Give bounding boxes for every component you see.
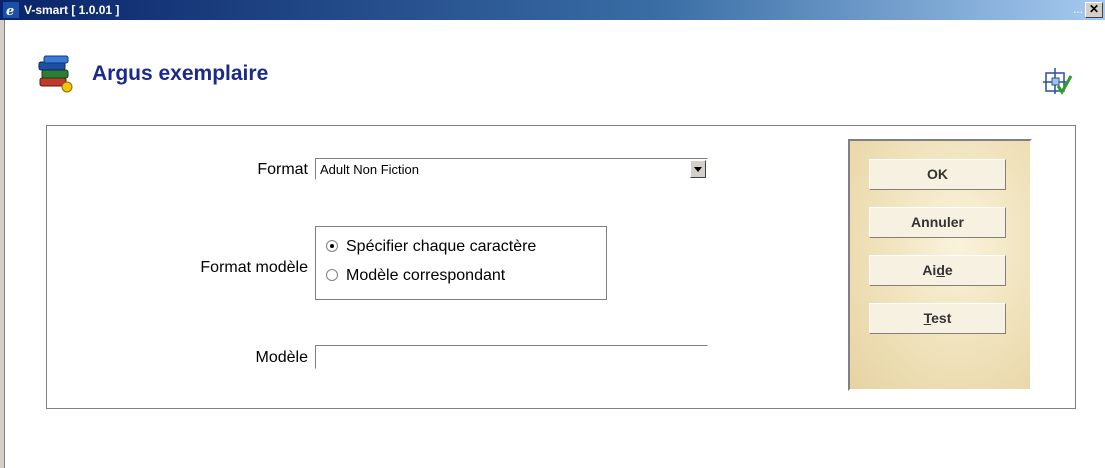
close-button[interactable]: ✕ (1085, 2, 1103, 18)
window-title: V-smart [ 1.0.01 ] (24, 3, 120, 17)
format-modele-radio-group: Spécifier chaque caractère Modèle corres… (315, 226, 607, 300)
page-title: Argus exemplaire (92, 62, 269, 85)
test-button[interactable]: Test (869, 303, 1006, 334)
left-frame (0, 20, 5, 468)
ie-icon: e (3, 2, 19, 18)
modele-input[interactable] (315, 345, 708, 369)
radio-specifier-label: Spécifier chaque caractère (346, 238, 537, 255)
radio-modele-correspondant[interactable]: Modèle correspondant (326, 267, 505, 285)
books-icon (38, 55, 73, 93)
aide-label-suffix: e (944, 262, 953, 278)
radio-modele-correspondant-label: Modèle correspondant (346, 267, 506, 284)
format-modele-label: Format modèle (200, 259, 308, 276)
format-select[interactable]: Adult Non Fiction (315, 158, 708, 180)
radio-unselected-icon[interactable] (326, 268, 338, 281)
radio-selected-icon[interactable] (326, 239, 338, 252)
test-label-suffix: est (931, 310, 952, 326)
format-label: Format (257, 161, 308, 178)
format-select-value: Adult Non Fiction (320, 162, 419, 177)
chevron-down-icon[interactable] (690, 160, 706, 178)
window-dots: ... (1072, 2, 1083, 16)
aide-mnemonic: d (936, 262, 945, 278)
modele-label: Modèle (255, 349, 308, 366)
annuler-button[interactable]: Annuler (869, 207, 1006, 238)
radio-specifier[interactable]: Spécifier chaque caractère (326, 238, 536, 256)
test-mnemonic: T (923, 310, 932, 326)
layout-check-icon[interactable] (1043, 66, 1073, 96)
ok-button[interactable]: OK (869, 159, 1006, 190)
aide-label-prefix: Ai (922, 262, 937, 278)
title-bar: e V-smart [ 1.0.01 ] ... ✕ (0, 0, 1105, 20)
button-panel: OK Annuler Aide Test (848, 139, 1032, 391)
close-icon: ✕ (1088, 2, 1100, 16)
aide-button[interactable]: Aide (869, 255, 1006, 286)
svg-text:e: e (6, 4, 14, 18)
